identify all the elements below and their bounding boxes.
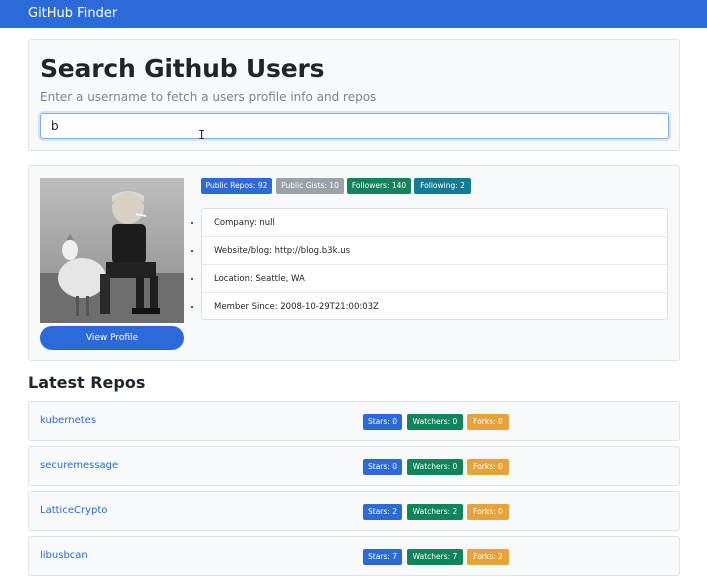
following-badge: Following: 2 [414, 178, 471, 194]
forks-badge: Forks: 2 [467, 549, 509, 565]
profile-info-list: Company: null Website/blog: http://blog.… [201, 208, 668, 320]
watchers-badge: Watchers: 7 [407, 549, 463, 565]
brand-title[interactable]: GitHub Finder [28, 6, 117, 21]
member-since-info: Member Since: 2008-10-29T21:00:03Z [202, 293, 667, 321]
forks-badge: Forks: 0 [467, 414, 509, 430]
followers-badge: Followers: 140 [347, 178, 411, 194]
watchers-badge: Watchers: 0 [407, 414, 463, 430]
stars-badge: Stars: 0 [363, 459, 402, 475]
stars-badge: Stars: 0 [363, 414, 402, 430]
watchers-badge: Watchers: 2 [407, 504, 463, 520]
navbar: GitHub Finder [0, 0, 707, 28]
watchers-badge: Watchers: 0 [407, 459, 463, 475]
repo-link[interactable]: LatticeCrypto [40, 505, 107, 516]
latest-repos-heading: Latest Repos [28, 373, 146, 392]
search-subtitle: Enter a username to fetch a users profil… [40, 90, 377, 104]
stars-badge: Stars: 2 [363, 504, 402, 520]
text-cursor-icon: I [198, 128, 206, 142]
repo-card: LatticeCrypto Stars: 2 Watchers: 2 Forks… [28, 491, 680, 531]
company-info: Company: null [202, 209, 667, 237]
forks-badge: Forks: 0 [467, 459, 509, 475]
repo-card: securemessage Stars: 0 Watchers: 0 Forks… [28, 446, 680, 486]
search-title: Search Github Users [40, 54, 325, 83]
repo-link[interactable]: libusbcan [40, 550, 88, 561]
public-repos-badge: Public Repos: 92 [201, 178, 272, 194]
public-gists-badge: Public Gists: 10 [276, 178, 344, 194]
search-input[interactable] [40, 113, 669, 139]
forks-badge: Forks: 0 [467, 504, 509, 520]
profile-card: View Profile Public Repos: 92 Public Gis… [28, 165, 680, 361]
avatar [40, 178, 184, 323]
repo-card: kubernetes Stars: 0 Watchers: 0 Forks: 0 [28, 401, 680, 441]
website-info: Website/blog: http://blog.b3k.us [202, 237, 667, 265]
repo-link[interactable]: kubernetes [40, 415, 96, 426]
location-info: Location: Seattle, WA [202, 265, 667, 293]
repo-card: libusbcan Stars: 7 Watchers: 7 Forks: 2 [28, 536, 680, 576]
search-card: Search Github Users Enter a username to … [28, 39, 680, 151]
stars-badge: Stars: 7 [363, 549, 402, 565]
repo-link[interactable]: securemessage [40, 460, 118, 471]
view-profile-button[interactable]: View Profile [40, 326, 184, 350]
